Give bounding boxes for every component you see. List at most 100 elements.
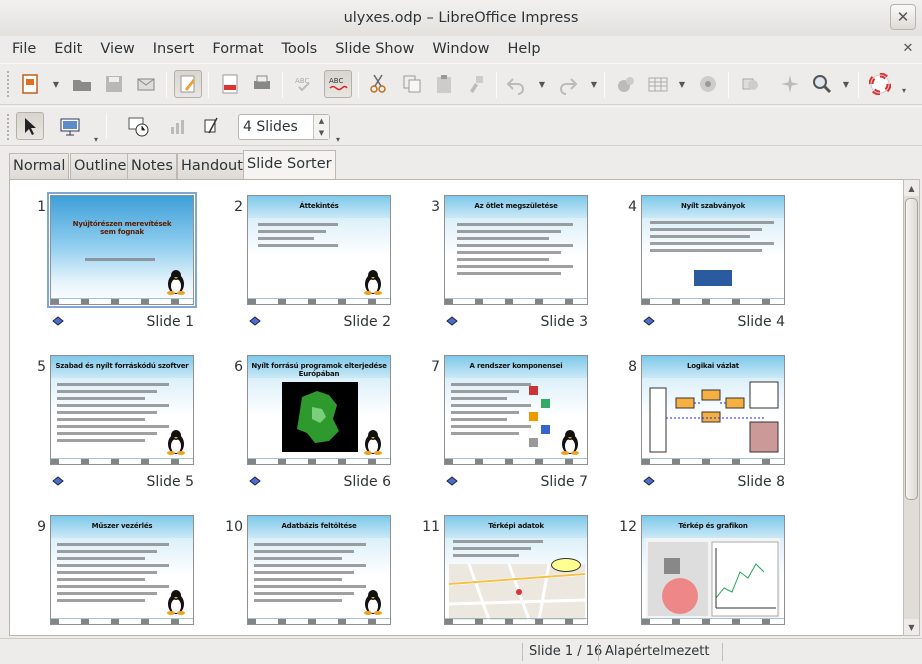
edit-file-icon[interactable] bbox=[174, 70, 202, 98]
slide-thumb-text-line bbox=[57, 543, 169, 546]
autospellcheck-icon[interactable]: ABC bbox=[324, 70, 352, 98]
slide-transition-icon[interactable] bbox=[446, 474, 460, 486]
slide-thumbnail[interactable]: Adatbázis feltöltése bbox=[247, 515, 391, 625]
slide-thumbnail[interactable]: Szabad és nyílt forráskódú szoftver bbox=[50, 355, 194, 465]
save-icon[interactable] bbox=[100, 70, 128, 98]
print-icon[interactable] bbox=[248, 70, 276, 98]
menu-view[interactable]: View bbox=[91, 41, 143, 57]
menu-insert[interactable]: Insert bbox=[144, 41, 204, 57]
redo-icon[interactable] bbox=[554, 70, 582, 98]
menu-edit[interactable]: Edit bbox=[45, 41, 91, 57]
copy-icon[interactable] bbox=[398, 70, 426, 98]
paste-icon[interactable] bbox=[430, 70, 458, 98]
slides-per-row-spinner[interactable]: 4 Slides ▲ ▼ bbox=[238, 114, 330, 140]
slide-thumbnail[interactable]: Áttekintés bbox=[247, 195, 391, 305]
slide-thumbnail[interactable]: Nyílt forrású programok elterjedése Euró… bbox=[247, 355, 391, 465]
slide-thumbnail[interactable]: Nyílt szabványok bbox=[641, 195, 785, 305]
hide-slide-icon[interactable] bbox=[198, 112, 226, 140]
slide-item[interactable]: 1 Nyújtórészen merevítések sem fognak Slid… bbox=[14, 186, 210, 346]
slide-transition-icon[interactable] bbox=[249, 474, 263, 486]
slide-transition-icon[interactable] bbox=[643, 474, 657, 486]
toolbar-overflow-icon[interactable]: ▾ bbox=[334, 112, 342, 144]
slide-thumbnail[interactable]: Az ötlet megszületése bbox=[444, 195, 588, 305]
slide-item[interactable]: 9 Műszer vezérlés Slide 9 bbox=[14, 506, 210, 635]
toolbar-grip[interactable] bbox=[6, 70, 10, 98]
menu-tools[interactable]: Tools bbox=[272, 41, 326, 57]
slide-show-dropdown-icon[interactable]: ▾ bbox=[92, 112, 100, 144]
spinner-up-icon[interactable]: ▲ bbox=[314, 115, 329, 127]
slide-transition-icon[interactable] bbox=[52, 474, 66, 486]
slide-item[interactable]: 8 Logikai vázlat Slide 8 bbox=[605, 346, 801, 506]
slide-item[interactable]: 12 Térkép és grafikon Slide 12 bbox=[605, 506, 801, 635]
slide-transition-icon[interactable] bbox=[643, 314, 657, 326]
spinner-down-icon[interactable]: ▼ bbox=[314, 127, 329, 139]
slide-thumbnail[interactable]: Nyújtórészen merevítések sem fognak bbox=[47, 192, 197, 308]
slide-transition-icon[interactable] bbox=[446, 314, 460, 326]
draw-functions-icon[interactable] bbox=[736, 70, 764, 98]
tab-slide-sorter[interactable]: Slide Sorter bbox=[243, 150, 336, 179]
slide-thumbnail[interactable]: Logikai vázlat bbox=[641, 355, 785, 465]
vertical-scrollbar[interactable]: ▲ ▼ bbox=[903, 179, 920, 636]
export-pdf-icon[interactable] bbox=[216, 70, 244, 98]
menu-help[interactable]: Help bbox=[499, 41, 550, 57]
table-insert-icon[interactable] bbox=[644, 70, 672, 98]
slide-item[interactable]: 7 A rendszer komponensei Slide 7 bbox=[408, 346, 604, 506]
spellcheck-icon[interactable]: ABC bbox=[290, 70, 318, 98]
slide-item[interactable]: 3 Az ötlet megszületése Slide 3 bbox=[408, 186, 604, 346]
slide-item[interactable]: 6 Nyílt forrású programok elterjedése Eur… bbox=[211, 346, 407, 506]
close-document-icon[interactable]: ✕ bbox=[900, 40, 916, 56]
open-folder-icon[interactable] bbox=[68, 70, 96, 98]
slide-transition-timing-icon[interactable] bbox=[124, 112, 152, 140]
slide-thumbnail[interactable]: Térképi adatok bbox=[444, 515, 588, 625]
slide-thumbnail[interactable]: Térkép és grafikon bbox=[641, 515, 785, 625]
slide-transition-icon[interactable] bbox=[249, 634, 263, 635]
slide-item[interactable]: 4 Nyílt szabványok Slide 4 bbox=[605, 186, 801, 346]
image-insert-icon[interactable] bbox=[694, 70, 722, 98]
menu-file[interactable]: File bbox=[3, 41, 45, 57]
redo-dropdown-icon[interactable]: ▼ bbox=[590, 70, 598, 98]
slide-item[interactable]: 10 Adatbázis feltöltése Slide 10 bbox=[211, 506, 407, 635]
slide-thumb-title: Térképi adatok bbox=[488, 522, 544, 530]
email-icon[interactable] bbox=[132, 70, 160, 98]
slide-transition-icon[interactable] bbox=[446, 634, 460, 635]
rehearse-timings-icon[interactable] bbox=[164, 112, 192, 140]
zoom-icon[interactable] bbox=[808, 70, 836, 98]
menu-format[interactable]: Format bbox=[203, 41, 272, 57]
scrollbar-thumb[interactable] bbox=[905, 198, 918, 500]
help-lifebuoy-icon[interactable] bbox=[866, 70, 894, 98]
slide-item[interactable]: 11 Térképi adatok Slide 11 bbox=[408, 506, 604, 635]
undo-dropdown-icon[interactable]: ▼ bbox=[538, 70, 546, 98]
window-close-button[interactable]: ✕ bbox=[890, 4, 916, 30]
toolbar-grip[interactable] bbox=[6, 113, 10, 141]
scroll-up-icon[interactable]: ▲ bbox=[904, 180, 919, 196]
tab-notes[interactable]: Notes bbox=[127, 153, 177, 179]
slide-transition-icon[interactable] bbox=[249, 314, 263, 326]
slide-transition-icon[interactable] bbox=[52, 634, 66, 635]
tab-normal[interactable]: Normal bbox=[9, 153, 70, 179]
clone-formatting-icon[interactable] bbox=[462, 70, 490, 98]
tab-outline[interactable]: Outline bbox=[70, 153, 131, 179]
scroll-down-icon[interactable]: ▼ bbox=[904, 619, 919, 635]
slide-transition-icon[interactable] bbox=[52, 314, 66, 326]
cut-icon[interactable] bbox=[364, 70, 392, 98]
table-dropdown-icon[interactable]: ▼ bbox=[678, 70, 686, 98]
slide-show-icon[interactable] bbox=[56, 112, 84, 140]
slide-thumbnail[interactable]: A rendszer komponensei bbox=[444, 355, 588, 465]
undo-icon[interactable] bbox=[502, 70, 530, 98]
slide-transition-icon[interactable] bbox=[643, 634, 657, 635]
navigator-icon[interactable] bbox=[776, 70, 804, 98]
toolbar-overflow-icon[interactable]: ▾ bbox=[900, 82, 908, 98]
select-pointer-icon[interactable] bbox=[16, 112, 44, 140]
new-dropdown-icon[interactable]: ▼ bbox=[52, 70, 60, 98]
slides-per-row-value[interactable]: 4 Slides bbox=[239, 115, 313, 139]
slide-thumbnail[interactable]: Műszer vezérlés bbox=[50, 515, 194, 625]
new-document-icon[interactable] bbox=[16, 70, 44, 98]
slide-item[interactable]: 2 Áttekintés Slide 2 bbox=[211, 186, 407, 346]
chart-insert-icon[interactable] bbox=[612, 70, 640, 98]
tab-handout[interactable]: Handout bbox=[177, 153, 247, 179]
slide-label: Slide 12 bbox=[729, 634, 785, 635]
zoom-dropdown-icon[interactable]: ▼ bbox=[842, 70, 850, 98]
slide-item[interactable]: 5 Szabad és nyílt forráskódú szoftver Slid… bbox=[14, 346, 210, 506]
menu-window[interactable]: Window bbox=[423, 41, 498, 57]
menu-slide-show[interactable]: Slide Show bbox=[326, 41, 423, 57]
